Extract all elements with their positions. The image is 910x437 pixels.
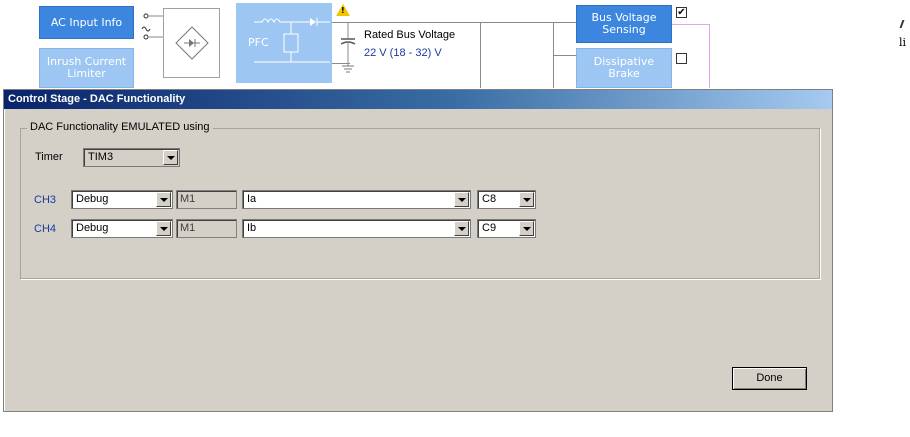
timer-label: Timer (35, 151, 63, 163)
pfc-circuit-icon (254, 18, 330, 63)
ch3-motor-value: M1 (180, 193, 196, 205)
ch3-signal-dropdown-arrow-icon[interactable] (454, 192, 469, 207)
bus-vertical-line-1 (480, 22, 481, 88)
ch3-pin-value: C8 (482, 193, 497, 205)
ch4-motor-value: M1 (180, 222, 196, 234)
bridge-rectifier-icon (175, 26, 209, 60)
bus-voltage-sensing-label: Bus Voltage Sensing (591, 11, 657, 36)
inrush-current-limiter-block[interactable]: Inrush Current Limiter (39, 48, 134, 88)
ch3-pin-select[interactable]: C8 (477, 190, 536, 209)
ch3-signal-value: Ia (247, 193, 257, 205)
warning-mark: ! (341, 6, 345, 15)
ch3-label: CH3 (34, 194, 57, 206)
inrush-current-limiter-label: Inrush Current Limiter (46, 55, 127, 80)
timer-select[interactable]: TIM3 (83, 148, 180, 167)
ch4-signal-value: Ib (247, 222, 257, 234)
ch4-pin-value: C9 (482, 222, 497, 234)
done-button[interactable]: Done (732, 367, 807, 390)
right-edge-text: li (899, 36, 907, 49)
ch3-mode-value: Debug (76, 193, 109, 205)
ac-input-info-block[interactable]: AC Input Info (39, 6, 134, 39)
ch3-pin-dropdown-arrow-icon[interactable] (519, 192, 534, 207)
ch3-mode-select[interactable]: Debug (71, 190, 173, 209)
ch3-motor-field: M1 (176, 190, 237, 209)
bus-top-line (332, 22, 576, 23)
timer-select-value: TIM3 (88, 151, 114, 163)
ch3-mode-dropdown-arrow-icon[interactable] (156, 192, 171, 207)
ch4-label: CH4 (34, 223, 57, 235)
bus-voltage-sensing-block[interactable]: Bus Voltage Sensing (576, 5, 672, 43)
bus-voltage-sensing-checkbox[interactable]: ✔ (676, 7, 687, 18)
bus-link-line (553, 55, 576, 56)
ch4-signal-dropdown-arrow-icon[interactable] (454, 221, 469, 236)
dissipative-brake-block[interactable]: Dissipative Brake (576, 48, 672, 88)
rated-bus-voltage-value: 22 V (18 - 32) V (364, 47, 442, 59)
ch4-mode-dropdown-arrow-icon[interactable] (156, 221, 171, 236)
timer-dropdown-arrow-icon[interactable] (163, 150, 178, 165)
ch4-mode-select[interactable]: Debug (71, 219, 173, 238)
ac-input-info-label: AC Input Info (50, 15, 123, 29)
capacitor-icon (341, 22, 356, 73)
ac-source-icon (141, 13, 164, 40)
ch4-pin-dropdown-arrow-icon[interactable] (519, 221, 534, 236)
ch3-signal-select[interactable]: Ia (242, 190, 471, 209)
ch4-pin-select[interactable]: C9 (477, 219, 536, 238)
dialog-title-bar[interactable]: Control Stage - DAC Functionality (4, 90, 832, 109)
ch4-signal-select[interactable]: Ib (242, 219, 471, 238)
dac-functionality-dialog: Control Stage - DAC Functionality DAC Fu… (3, 89, 833, 412)
dac-group-label: DAC Functionality EMULATED using (27, 121, 213, 133)
dissipative-brake-label: Dissipative Brake (593, 55, 655, 80)
right-edge-mark (899, 20, 908, 28)
ch4-mode-value: Debug (76, 222, 109, 234)
ch4-motor-field: M1 (176, 219, 237, 238)
rated-bus-voltage-label: Rated Bus Voltage (364, 29, 456, 41)
pink-signal-line (672, 24, 710, 88)
